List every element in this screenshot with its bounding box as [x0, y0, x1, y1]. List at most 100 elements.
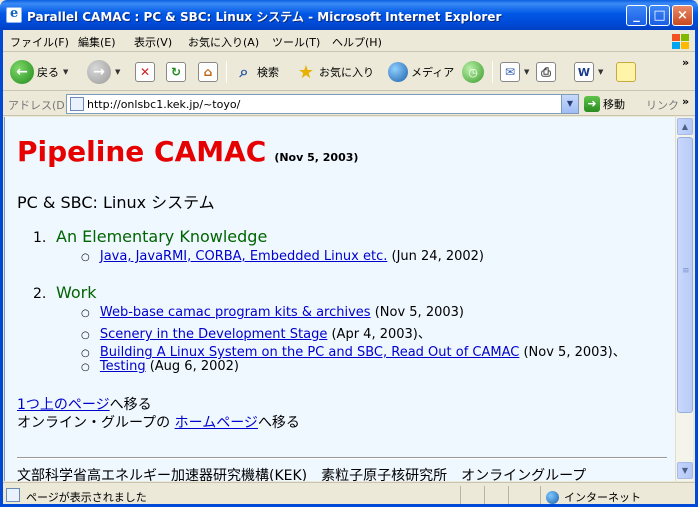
go-arrow-icon: ➜ [584, 96, 600, 112]
favorites-button[interactable]: ★ お気に入り [296, 58, 374, 86]
address-bar: アドレス(D) ▼ ➜ 移動 リンク » [0, 92, 698, 116]
list-item-date: (Nov 5, 2003) [370, 305, 464, 320]
home-nav-suffix: へ移る [257, 415, 300, 431]
list-item-date: (Nov 5, 2003)、 [519, 345, 626, 360]
page-title-date: (Nov 5, 2003) [274, 151, 359, 164]
close-button[interactable]: × [672, 5, 693, 26]
edit-dropdown-icon[interactable]: ▼ [598, 68, 603, 76]
scroll-up-icon[interactable]: ▲ [677, 118, 693, 135]
status-bar: ページが表示されました インターネット [0, 482, 698, 507]
list-item-link[interactable]: Scenery in the Development Stage [100, 327, 327, 342]
maximize-button[interactable]: □ [649, 5, 670, 26]
page-icon [70, 97, 84, 111]
back-label: 戻る [37, 66, 59, 79]
word-edit-icon: W [574, 62, 594, 82]
internet-globe-icon [546, 490, 559, 504]
list-item: Building A Linux System on the PC and SB… [81, 341, 626, 360]
address-field[interactable]: ▼ [66, 94, 579, 114]
media-label: メディア [411, 66, 455, 79]
menu-tools[interactable]: ツール(T) [272, 34, 320, 50]
list-item-link[interactable]: Java, JavaRMI, CORBA, Embedded Linux etc… [100, 249, 388, 264]
windows-logo-icon [670, 32, 690, 50]
edit-button[interactable]: W ▼ [574, 58, 603, 86]
section-number: 2. [33, 286, 47, 302]
status-panel [460, 486, 461, 504]
links-label[interactable]: リンク [646, 97, 679, 113]
title-bar[interactable]: Parallel CAMAC : PC & SBC: Linux システム - … [0, 0, 698, 30]
section-title: Work [56, 283, 97, 302]
mail-dropdown-icon[interactable]: ▼ [524, 68, 529, 76]
menu-edit[interactable]: 編集(E) [78, 34, 116, 50]
forward-arrow-icon: → [87, 60, 111, 84]
note-icon [616, 62, 636, 82]
home-icon: ⌂ [198, 62, 218, 82]
status-text: ページが表示されました [26, 491, 147, 504]
history-button[interactable]: ◷ [462, 58, 484, 86]
up-nav: 1つ上のページへ移る [17, 394, 152, 414]
list-item: Web-base camac program kits & archives (… [81, 305, 464, 320]
search-label: 検索 [257, 66, 279, 79]
media-globe-icon [388, 62, 408, 82]
minimize-button[interactable]: _ [626, 5, 647, 26]
list-item: Java, JavaRMI, CORBA, Embedded Linux etc… [81, 249, 484, 264]
refresh-icon: ↻ [166, 62, 186, 82]
media-button[interactable]: メディア [388, 58, 454, 86]
star-icon: ★ [297, 61, 315, 83]
scroll-thumb[interactable] [677, 137, 693, 413]
forward-button[interactable]: → ▼ [87, 58, 120, 86]
ie-icon [6, 6, 22, 23]
section-number: 1. [33, 230, 47, 246]
messenger-button[interactable] [616, 58, 636, 86]
menu-help[interactable]: ヘルプ(H) [332, 34, 382, 50]
toolbar-more-icon[interactable]: » [682, 56, 689, 69]
menu-favorites[interactable]: お気に入り(A) [188, 34, 259, 50]
page-heading: Pipeline CAMAC (Nov 5, 2003) [17, 135, 358, 168]
search-icon: ⌕ [239, 62, 249, 81]
forward-dropdown-icon[interactable]: ▼ [115, 68, 120, 76]
stop-icon: ✕ [135, 62, 155, 82]
address-input[interactable] [87, 96, 557, 112]
page-subtitle: PC & SBC: Linux システム [17, 193, 215, 212]
menu-view[interactable]: 表示(V) [134, 34, 172, 50]
back-arrow-icon: ← [10, 60, 34, 84]
vertical-scrollbar[interactable]: ▲ ▼ [675, 117, 693, 481]
list-item: Scenery in the Development Stage (Apr 4,… [81, 323, 431, 342]
status-panel [484, 486, 485, 504]
mail-button[interactable]: ✉ ▼ [500, 58, 529, 86]
list-item-link[interactable]: Building A Linux System on the PC and SB… [100, 345, 519, 360]
address-label: アドレス(D) [8, 99, 70, 112]
home-nav-prefix: オンライン・グループの [17, 415, 175, 431]
status-panel [508, 486, 509, 504]
list-item-link[interactable]: Web-base camac program kits & archives [100, 305, 371, 320]
history-icon: ◷ [462, 61, 484, 83]
home-page-link[interactable]: ホームページ [175, 415, 258, 431]
up-page-link[interactable]: 1つ上のページ [17, 397, 110, 413]
scroll-down-icon[interactable]: ▼ [677, 462, 693, 479]
stop-button[interactable]: ✕ [135, 58, 155, 86]
favorites-label: お気に入り [319, 66, 374, 79]
menu-file[interactable]: ファイル(F) [10, 34, 69, 50]
back-button[interactable]: ← 戻る ▼ [10, 58, 68, 86]
go-label: 移動 [603, 98, 625, 111]
search-button[interactable]: ⌕ 検索 [234, 58, 279, 86]
footer-text: 文部科学省高エネルギー加速器研究機構(KEK) 素粒子原子核研究所 オンライング… [17, 468, 587, 481]
mail-icon: ✉ [500, 62, 520, 82]
menu-bar: ファイル(F) 編集(E) 表示(V) お気に入り(A) ツール(T) ヘルプ(… [0, 30, 698, 52]
section-title: An Elementary Knowledge [56, 227, 268, 246]
refresh-button[interactable]: ↻ [166, 58, 186, 86]
page-content: Pipeline CAMAC (Nov 5, 2003) PC & SBC: Li… [4, 117, 675, 481]
toolbar-separator [226, 61, 227, 83]
zone-label: インターネット [564, 491, 641, 504]
links-more-icon[interactable]: » [682, 95, 689, 108]
divider [17, 457, 667, 459]
list-item-link[interactable]: Testing [100, 359, 146, 374]
print-button[interactable]: ⎙ [536, 58, 556, 86]
back-dropdown-icon[interactable]: ▼ [63, 68, 68, 76]
list-item: Testing (Aug 6, 2002) [81, 359, 239, 374]
security-zone: インターネット [546, 489, 641, 505]
list-item-date: (Jun 24, 2002) [387, 249, 485, 264]
address-dropdown-icon[interactable]: ▼ [561, 95, 578, 113]
list-item-date: (Aug 6, 2002) [145, 359, 239, 374]
go-button[interactable]: ➜ 移動 [584, 95, 625, 113]
home-button[interactable]: ⌂ [198, 58, 218, 86]
